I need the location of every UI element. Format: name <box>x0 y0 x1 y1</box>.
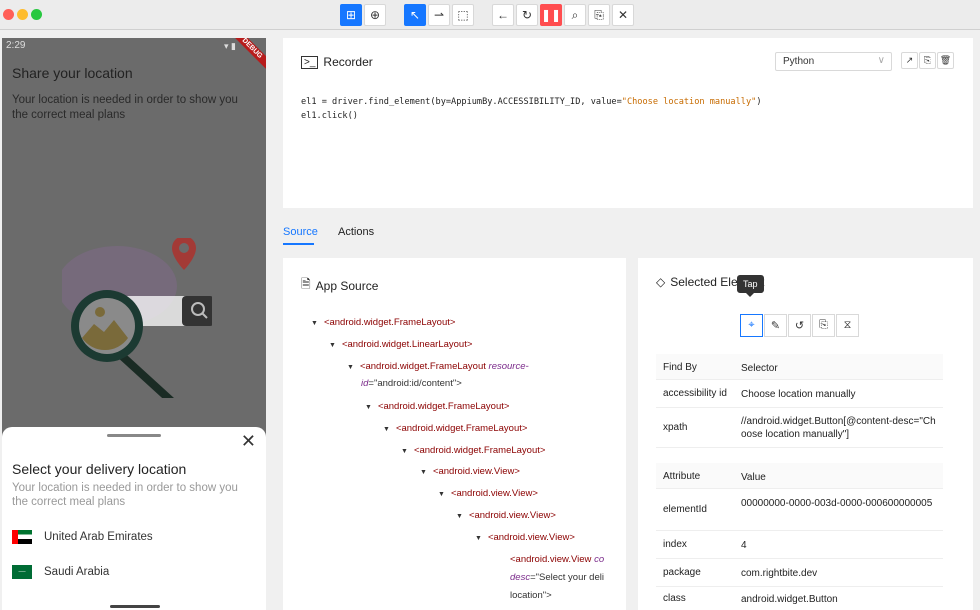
selector-value[interactable]: Choose location manually <box>741 388 939 401</box>
tap-icon[interactable]: ⌖ <box>740 314 763 337</box>
chevron-down-icon: ∨ <box>877 55 885 66</box>
page-title: Share your location <box>12 65 133 81</box>
recorder-panel: >_ Recorder Python ∨ ↗ ⎘ 🗑 el1 = driver.… <box>283 38 973 208</box>
tree-node[interactable]: ▼ <android.view.View> <box>420 463 520 481</box>
attribute-row: class android.widget.Button <box>656 587 943 610</box>
back-icon[interactable]: ← <box>492 4 514 26</box>
tree-node[interactable]: ▼ <android.widget.FrameLayout> <box>365 398 509 416</box>
search-icon[interactable]: ⌕ <box>564 4 586 26</box>
home-indicator <box>110 605 160 608</box>
sheet-title: Select your delivery location <box>12 461 187 477</box>
delete-icon[interactable]: 🗑 <box>937 52 954 69</box>
country-label: Saudi Arabia <box>44 566 110 578</box>
export-icon[interactable]: ↗ <box>901 52 918 69</box>
language-select[interactable]: Python ∨ <box>775 52 892 71</box>
sheet-handle[interactable] <box>107 434 161 437</box>
selector-value[interactable]: //android.widget.Button[@content-desc="C… <box>741 415 939 441</box>
app-source-title: 🗎 App Source <box>301 275 378 296</box>
copy-attributes-icon[interactable]: ⎘ <box>812 314 835 337</box>
quit-session-icon[interactable]: ✕ <box>612 4 634 26</box>
tree-node[interactable]: ▼ <android.widget.FrameLayout> <box>311 314 455 332</box>
location-search-illustration <box>62 238 212 398</box>
refresh-icon[interactable]: ↻ <box>516 4 538 26</box>
tag-icon: ◇ <box>656 275 666 289</box>
attribute-header: Attribute Value <box>656 463 943 489</box>
close-icon[interactable]: ✕ <box>241 432 256 450</box>
status-time: 2:29 <box>6 40 26 51</box>
swipe-icon[interactable]: ⇀ <box>428 4 450 26</box>
find-row: xpath //android.widget.Button[@content-d… <box>656 408 943 448</box>
tree-node[interactable]: ▼ <android.widget.FrameLayout resource- <box>347 358 529 376</box>
sheet-description: Your location is needed in order to show… <box>12 482 238 508</box>
tree-node-attr: id="android:id/content"> <box>361 378 462 389</box>
tree-node-attr: desc="Select your deli <box>510 572 604 583</box>
copy-code-icon[interactable]: ⎘ <box>919 52 936 69</box>
clear-icon[interactable]: ↺ <box>788 314 811 337</box>
attribute-row: index 4 <box>656 531 943 559</box>
tree-node[interactable]: ▼ <android.widget.FrameLayout> <box>401 442 545 460</box>
maximize-window-button[interactable] <box>31 9 42 20</box>
tree-node-selected[interactable]: <android.view.View co <box>510 551 604 568</box>
timing-icon[interactable]: ⧖ <box>836 314 859 337</box>
tree-node[interactable]: ▼ <android.widget.LinearLayout> <box>329 336 472 354</box>
terminal-icon: >_ <box>301 55 319 69</box>
pause-recording-icon[interactable]: ❚❚ <box>540 4 562 26</box>
uae-flag-icon <box>12 530 32 544</box>
country-item-uae[interactable]: United Arab Emirates <box>12 527 153 547</box>
tree-node[interactable]: ▼ <android.view.View> <box>475 529 575 547</box>
send-keys-icon[interactable]: ✎ <box>764 314 787 337</box>
select-element-icon[interactable]: ↖ <box>404 4 426 26</box>
page-description: Your location is needed in order to show… <box>12 94 238 121</box>
selected-element-panel: ◇ Selected Element Tap ⌖ ✎ ↺ ⎘ ⧖ Find By… <box>638 258 973 610</box>
find-row: accessibility id Choose location manuall… <box>656 380 943 408</box>
country-label: United Arab Emirates <box>44 531 153 543</box>
attribute-row: package com.rightbite.dev <box>656 559 943 587</box>
close-window-button[interactable] <box>3 9 14 20</box>
find-by-header: Find By Selector <box>656 354 943 380</box>
device-screenshot[interactable]: 2:29 ▾ ▮ DEBUG Share your location Your … <box>2 38 266 610</box>
copy-xml-icon[interactable]: ⎘ <box>588 4 610 26</box>
country-item-saudi[interactable]: ── Saudi Arabia <box>12 562 109 582</box>
native-app-mode-icon[interactable]: ⊞ <box>340 4 362 26</box>
recorded-code: el1 = driver.find_element(by=AppiumBy.AC… <box>301 97 762 121</box>
tree-node[interactable]: ▼ <android.view.View> <box>456 507 556 525</box>
tap-tooltip: Tap <box>737 275 764 297</box>
web-mode-globe-icon[interactable]: ⊕ <box>364 4 386 26</box>
saudi-flag-icon: ── <box>12 565 32 579</box>
recorder-title: >_ Recorder <box>301 55 373 69</box>
delivery-location-sheet: ✕ Select your delivery location Your loc… <box>2 427 266 610</box>
tree-node-attr: location"> <box>510 590 552 601</box>
tab-actions[interactable]: Actions <box>338 226 374 238</box>
tree-node[interactable]: ▼ <android.widget.FrameLayout> <box>383 420 527 438</box>
top-toolbar: ⊞ ⊕ ↖ ⇀ ⬚ ← ↻ ❚❚ ⌕ ⎘ ✕ <box>0 0 980 30</box>
app-source-panel: 🗎 App Source ▼ <android.widget.FrameLayou… <box>283 258 626 610</box>
tree-node[interactable]: ▼ <android.view.View> <box>438 485 538 503</box>
active-tab-indicator <box>283 243 314 245</box>
attribute-row: elementId 00000000-0000-003d-0000-000600… <box>656 489 943 531</box>
status-icons: ▾ ▮ <box>224 41 236 51</box>
tab-source[interactable]: Source <box>283 226 318 238</box>
minimize-window-button[interactable] <box>17 9 28 20</box>
tap-coordinates-icon[interactable]: ⬚ <box>452 4 474 26</box>
file-icon: 🗎 <box>301 277 311 291</box>
